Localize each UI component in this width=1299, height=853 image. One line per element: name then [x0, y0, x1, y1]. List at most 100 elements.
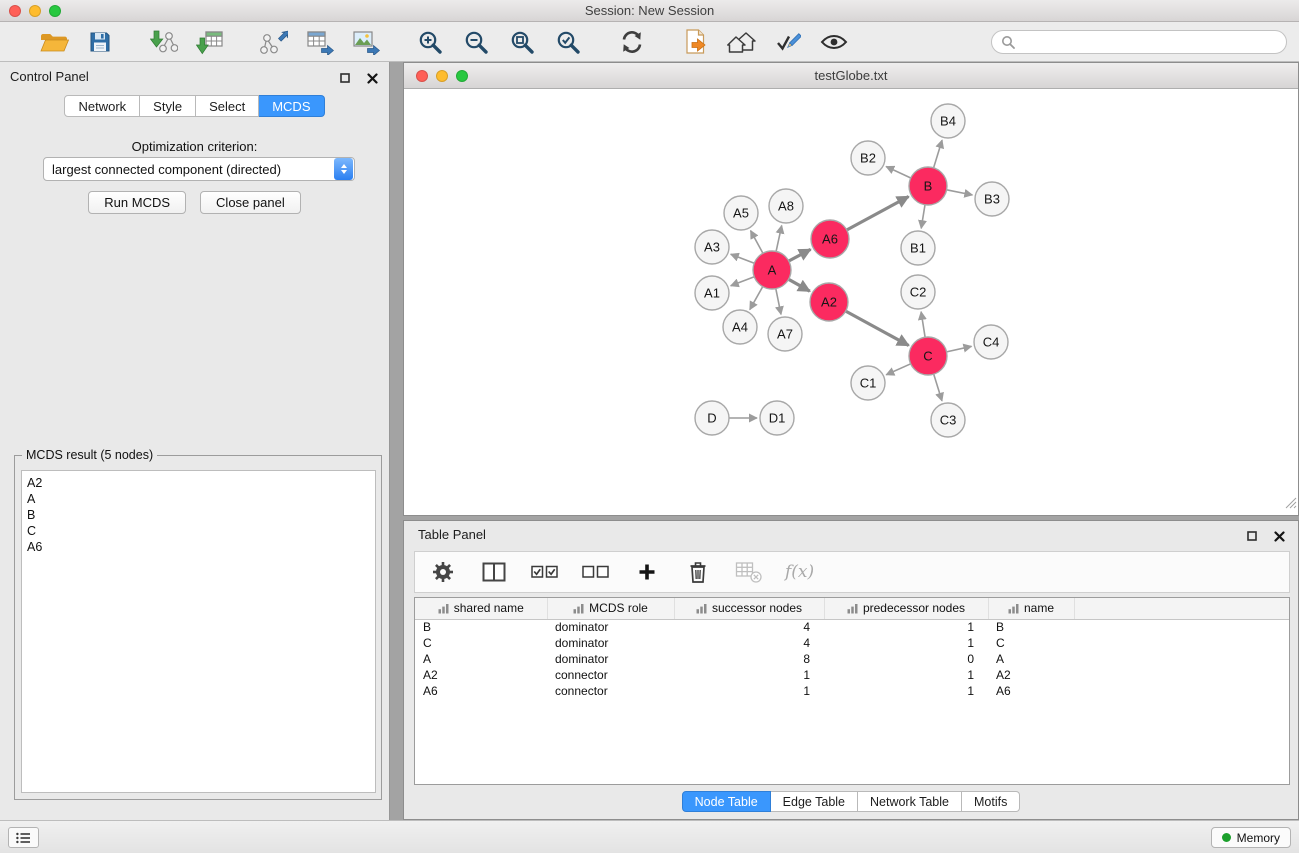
float-table-panel-button[interactable]: [1245, 529, 1259, 543]
table-cell[interactable]: connector: [547, 683, 674, 699]
search-input[interactable]: [1021, 34, 1277, 49]
graph-node-A4[interactable]: A4: [723, 310, 757, 344]
graph-node-B4[interactable]: B4: [931, 104, 965, 138]
table-cell[interactable]: dominator: [547, 635, 674, 651]
table-cell[interactable]: B: [988, 619, 1074, 635]
show-columns-button[interactable]: [479, 557, 509, 587]
tab-network[interactable]: Network: [64, 95, 140, 117]
table-row[interactable]: A6connector11A6: [415, 683, 1289, 699]
table-cell[interactable]: 0: [824, 651, 988, 667]
column-header-successor-nodes[interactable]: successor nodes: [674, 598, 824, 619]
toggle-view-button[interactable]: [816, 25, 852, 59]
add-row-button[interactable]: [632, 557, 662, 587]
tab-select[interactable]: Select: [196, 95, 259, 117]
zoom-in-button[interactable]: [412, 25, 448, 59]
graph-node-A[interactable]: A: [753, 251, 791, 289]
graph-node-A2[interactable]: A2: [810, 283, 848, 321]
column-header-name[interactable]: name: [988, 598, 1074, 619]
table-cell[interactable]: C: [415, 635, 547, 651]
table-cell[interactable]: 1: [824, 619, 988, 635]
tab-edge-table[interactable]: Edge Table: [771, 791, 858, 812]
graph-node-C1[interactable]: C1: [851, 366, 885, 400]
graph-node-A3[interactable]: A3: [695, 230, 729, 264]
tab-motifs[interactable]: Motifs: [962, 791, 1020, 812]
table-cell[interactable]: 4: [674, 619, 824, 635]
criterion-dropdown[interactable]: largest connected component (directed): [43, 157, 355, 181]
graph-node-D[interactable]: D: [695, 401, 729, 435]
column-header-mcds-role[interactable]: MCDS role: [547, 598, 674, 619]
zoom-out-button[interactable]: [458, 25, 494, 59]
table-cell[interactable]: A2: [988, 667, 1074, 683]
graph-edge-B-B2[interactable]: [886, 167, 911, 179]
close-network-window-button[interactable]: [416, 70, 428, 82]
graph-node-C2[interactable]: C2: [901, 275, 935, 309]
graph-edge-A-A1[interactable]: [731, 277, 755, 286]
graphics-details-button[interactable]: [770, 25, 806, 59]
table-row[interactable]: Adominator80A: [415, 651, 1289, 667]
table-row[interactable]: A2connector11A2: [415, 667, 1289, 683]
export-document-button[interactable]: [678, 25, 714, 59]
float-panel-button[interactable]: [338, 71, 352, 85]
mcds-result-item[interactable]: A: [27, 491, 370, 507]
import-table-button[interactable]: [192, 25, 228, 59]
tab-node-table[interactable]: Node Table: [682, 791, 771, 812]
table-cell[interactable]: 1: [674, 683, 824, 699]
table-settings-button[interactable]: [428, 557, 458, 587]
open-session-button[interactable]: [36, 25, 72, 59]
tab-network-table[interactable]: Network Table: [858, 791, 962, 812]
network-canvas[interactable]: B4B2BB3A5A8A6B1A3AC2A1A2A4A7C1CC4C3DD1: [404, 89, 1298, 515]
table-cell[interactable]: A2: [415, 667, 547, 683]
zoom-network-window-button[interactable]: [456, 70, 468, 82]
table-cell[interactable]: A6: [988, 683, 1074, 699]
zoom-selected-button[interactable]: [550, 25, 586, 59]
graph-node-A6[interactable]: A6: [811, 220, 849, 258]
graph-edge-A-A2[interactable]: [789, 279, 810, 291]
export-network-button[interactable]: [256, 25, 292, 59]
graph-node-C3[interactable]: C3: [931, 403, 965, 437]
minimize-window-button[interactable]: [29, 5, 41, 17]
tab-mcds[interactable]: MCDS: [259, 95, 324, 117]
zoom-window-button[interactable]: [49, 5, 61, 17]
network-graph[interactable]: B4B2BB3A5A8A6B1A3AC2A1A2A4A7C1CC4C3DD1: [404, 89, 1298, 515]
table-row[interactable]: Cdominator41C: [415, 635, 1289, 651]
graph-node-C4[interactable]: C4: [974, 325, 1008, 359]
network-window-titlebar[interactable]: testGlobe.txt: [404, 63, 1298, 89]
table-cell[interactable]: 4: [674, 635, 824, 651]
save-session-button[interactable]: [82, 25, 118, 59]
graph-edge-A-A4[interactable]: [750, 287, 763, 310]
graph-node-B1[interactable]: B1: [901, 231, 935, 265]
table-cell[interactable]: 1: [824, 667, 988, 683]
deselect-all-button[interactable]: [581, 557, 611, 587]
graph-node-B[interactable]: B: [909, 167, 947, 205]
graph-edge-A-A7[interactable]: [776, 289, 781, 315]
zoom-fit-button[interactable]: [504, 25, 540, 59]
table-cell[interactable]: 1: [824, 683, 988, 699]
table-cell[interactable]: B: [415, 619, 547, 635]
table-cell[interactable]: A: [415, 651, 547, 667]
node-table[interactable]: shared nameMCDS rolesuccessor nodesprede…: [414, 597, 1290, 785]
import-network-button[interactable]: [146, 25, 182, 59]
mcds-result-item[interactable]: A2: [27, 475, 370, 491]
table-cell[interactable]: 8: [674, 651, 824, 667]
graph-edge-C-C1[interactable]: [886, 364, 911, 375]
select-all-button[interactable]: [530, 557, 560, 587]
table-cell[interactable]: A6: [415, 683, 547, 699]
table-cell[interactable]: A: [988, 651, 1074, 667]
delete-row-button[interactable]: [683, 557, 713, 587]
graph-node-A8[interactable]: A8: [769, 189, 803, 223]
export-table-button[interactable]: [302, 25, 338, 59]
graph-node-D1[interactable]: D1: [760, 401, 794, 435]
graph-edge-C-C3[interactable]: [934, 374, 942, 401]
memory-button[interactable]: Memory: [1211, 827, 1291, 848]
mcds-result-item[interactable]: A6: [27, 539, 370, 555]
graph-node-A7[interactable]: A7: [768, 317, 802, 351]
mcds-result-list[interactable]: A2ABCA6: [21, 470, 376, 793]
table-cell[interactable]: dominator: [547, 619, 674, 635]
graph-node-B3[interactable]: B3: [975, 182, 1009, 216]
table-cell[interactable]: connector: [547, 667, 674, 683]
home-button[interactable]: [724, 25, 760, 59]
graph-edge-B-B1[interactable]: [921, 205, 925, 229]
minimize-network-window-button[interactable]: [436, 70, 448, 82]
graph-edge-B-B3[interactable]: [947, 190, 973, 195]
graph-node-A5[interactable]: A5: [724, 196, 758, 230]
